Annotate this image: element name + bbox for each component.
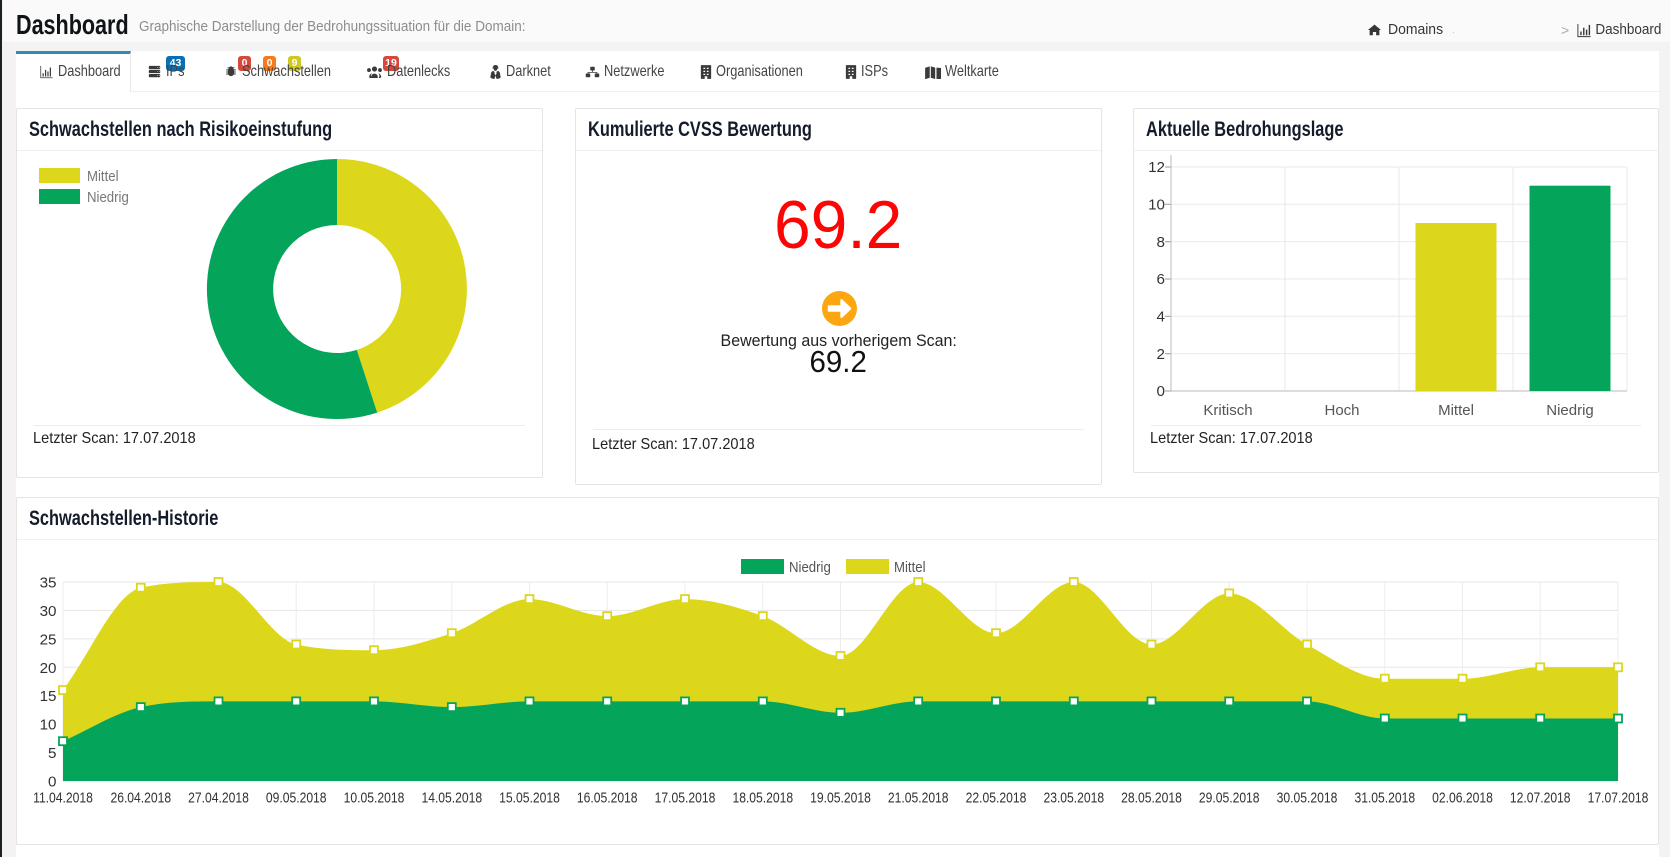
svg-text:31.05.2018: 31.05.2018 (1354, 789, 1415, 805)
svg-text:Mittel: Mittel (1438, 402, 1474, 419)
svg-text:30: 30 (40, 603, 57, 620)
svg-text:15: 15 (40, 688, 57, 705)
svg-text:20: 20 (40, 660, 57, 677)
svg-text:Hoch: Hoch (1324, 402, 1359, 419)
svg-text:0: 0 (48, 774, 56, 791)
svg-text:15.05.2018: 15.05.2018 (499, 789, 560, 805)
svg-text:27.04.2018: 27.04.2018 (188, 789, 249, 805)
svg-text:16.05.2018: 16.05.2018 (577, 789, 638, 805)
svg-text:2: 2 (1157, 346, 1165, 363)
svg-text:0: 0 (1157, 383, 1165, 400)
svg-text:30.05.2018: 30.05.2018 (1277, 789, 1338, 805)
svg-text:Niedrig: Niedrig (1546, 402, 1594, 419)
svg-text:14.05.2018: 14.05.2018 (421, 789, 482, 805)
svg-text:8: 8 (1157, 234, 1165, 251)
svg-text:10: 10 (40, 717, 57, 734)
svg-text:Kritisch: Kritisch (1203, 402, 1252, 419)
svg-text:5: 5 (48, 745, 56, 762)
svg-text:02.06.2018: 02.06.2018 (1432, 789, 1493, 805)
svg-text:17.05.2018: 17.05.2018 (655, 789, 716, 805)
svg-text:21.05.2018: 21.05.2018 (888, 789, 949, 805)
svg-text:4: 4 (1157, 309, 1165, 326)
svg-text:25: 25 (40, 631, 57, 648)
svg-text:12: 12 (1148, 159, 1165, 176)
svg-text:17.07.2018: 17.07.2018 (1588, 789, 1649, 805)
svg-text:29.05.2018: 29.05.2018 (1199, 789, 1260, 805)
svg-text:12.07.2018: 12.07.2018 (1510, 789, 1571, 805)
svg-text:22.05.2018: 22.05.2018 (966, 789, 1027, 805)
svg-text:28.05.2018: 28.05.2018 (1121, 789, 1182, 805)
svg-text:11.04.2018: 11.04.2018 (33, 789, 93, 805)
svg-text:23.05.2018: 23.05.2018 (1043, 789, 1104, 805)
svg-text:10: 10 (1148, 197, 1165, 214)
svg-text:09.05.2018: 09.05.2018 (266, 789, 327, 805)
svg-text:10.05.2018: 10.05.2018 (344, 789, 405, 805)
svg-text:26.04.2018: 26.04.2018 (110, 789, 171, 805)
svg-text:35: 35 (40, 575, 57, 592)
svg-text:19.05.2018: 19.05.2018 (810, 789, 871, 805)
svg-text:6: 6 (1157, 271, 1165, 288)
svg-text:18.05.2018: 18.05.2018 (732, 789, 793, 805)
